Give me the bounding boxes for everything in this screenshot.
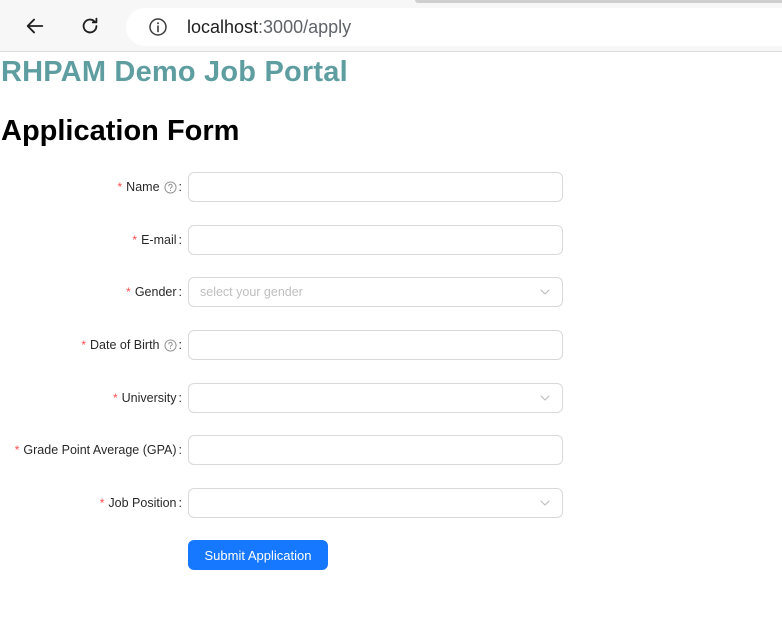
job-position-label-text: Job Position [108, 496, 177, 510]
university-label-text: University [121, 391, 177, 405]
form-row-job-position: * Job Position : [0, 488, 600, 518]
gender-select-placeholder: select your gender [200, 285, 303, 299]
back-button[interactable] [20, 11, 50, 41]
name-input-wrapper [188, 172, 563, 202]
label-colon: : [178, 233, 182, 247]
reload-icon [82, 17, 98, 34]
required-mark: * [132, 233, 138, 247]
form-row-gender: * Gender : select your gender [0, 277, 600, 307]
name-input[interactable] [189, 174, 562, 200]
form-row-university: * University : [0, 383, 600, 413]
university-select[interactable] [188, 383, 563, 413]
gender-label: * Gender : [126, 277, 182, 307]
label-colon: : [178, 180, 182, 194]
address-bar[interactable]: localhost:3000/apply [126, 8, 782, 46]
url-text: localhost:3000/apply [187, 17, 351, 38]
site-title: RHPAM Demo Job Portal [1, 56, 348, 88]
required-mark: * [14, 443, 20, 457]
submit-application-button[interactable]: Submit Application [188, 540, 328, 570]
label-colon: : [178, 391, 182, 405]
email-label-text: E-mail [141, 233, 177, 247]
university-label: * University : [113, 383, 182, 413]
reload-button[interactable] [75, 11, 105, 41]
email-input-wrapper [188, 225, 563, 255]
chevron-down-icon [539, 497, 551, 509]
dob-label-text: Date of Birth [90, 338, 160, 352]
question-circle-icon[interactable] [163, 338, 177, 352]
tab-strip-edge [415, 0, 782, 3]
label-colon: : [178, 443, 182, 457]
label-colon: : [178, 285, 182, 299]
url-host: localhost [187, 16, 259, 37]
gender-select[interactable]: select your gender [188, 277, 563, 307]
email-input[interactable] [189, 227, 562, 253]
dob-label: * Date of Birth : [81, 330, 182, 360]
arrow-left-icon [26, 18, 44, 34]
gpa-label-text: Grade Point Average (GPA) [23, 443, 177, 457]
required-mark: * [117, 180, 123, 194]
chevron-down-icon [539, 286, 551, 298]
dob-input-wrapper [188, 330, 563, 360]
form-row-email: * E-mail : [0, 225, 600, 255]
info-icon[interactable] [148, 17, 168, 37]
form-row-dob: * Date of Birth : [0, 330, 600, 360]
required-mark: * [99, 496, 105, 510]
gender-label-text: Gender [134, 285, 177, 299]
chevron-down-icon [539, 392, 551, 404]
required-mark: * [81, 338, 87, 352]
job-position-select[interactable] [188, 488, 563, 518]
label-colon: : [178, 496, 182, 510]
question-circle-icon[interactable] [163, 180, 177, 194]
name-label-text: Name [126, 180, 160, 194]
required-mark: * [112, 391, 118, 405]
job-position-label: * Job Position : [100, 488, 182, 518]
dob-input[interactable] [189, 332, 562, 358]
gpa-input[interactable] [189, 437, 562, 463]
page-title: Application Form [1, 115, 240, 147]
form-row-gpa: * Grade Point Average (GPA) : [0, 435, 600, 465]
url-path: :3000/apply [258, 16, 352, 37]
name-label: * Name : [118, 172, 183, 202]
browser-toolbar: localhost:3000/apply [0, 0, 782, 52]
email-label: * E-mail : [132, 225, 182, 255]
required-mark: * [126, 285, 131, 299]
gpa-input-wrapper [188, 435, 563, 465]
form-row-name: * Name : [0, 172, 600, 202]
gpa-label: * Grade Point Average (GPA) : [15, 435, 182, 465]
label-colon: : [178, 338, 182, 352]
